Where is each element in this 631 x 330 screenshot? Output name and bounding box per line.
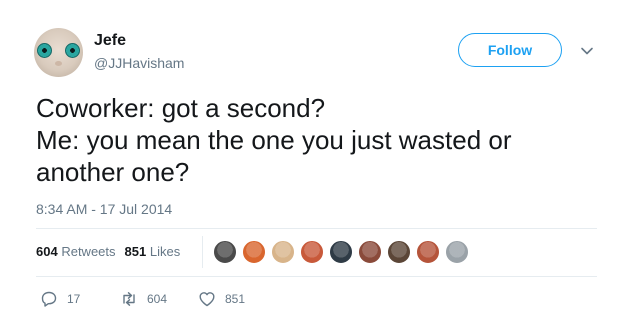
retweets-count: 604 <box>36 244 58 259</box>
likes-label: Likes <box>149 244 181 259</box>
liker-avatar[interactable] <box>213 240 237 264</box>
user-handle[interactable]: @JJHavisham <box>94 55 184 71</box>
liker-avatar[interactable] <box>358 240 382 264</box>
liker-avatar[interactable] <box>271 240 295 264</box>
avatar-left-eye <box>37 43 52 58</box>
reply-count: 17 <box>67 292 81 306</box>
liker-avatar[interactable] <box>387 240 411 264</box>
display-name[interactable]: Jefe <box>94 32 126 50</box>
likes-count: 851 <box>124 244 147 259</box>
liker-avatar[interactable] <box>445 240 469 264</box>
chevron-down-icon[interactable] <box>580 44 594 58</box>
liker-avatar[interactable] <box>242 240 266 264</box>
tweet-line: Coworker: got a second? <box>36 93 326 123</box>
retweets-label: Retweets <box>61 244 116 259</box>
like-button[interactable]: 851 <box>198 290 245 308</box>
tweet-text: Coworker: got a second? Me: you mean the… <box>36 92 606 188</box>
divider <box>36 276 597 277</box>
retweet-count: 604 <box>147 292 168 306</box>
tweet-line: Me: you mean the one you just wasted or <box>36 125 512 155</box>
tweet-card: Jefe @JJHavisham Follow Coworker: got a … <box>0 0 631 330</box>
retweet-button[interactable]: 604 <box>120 290 167 308</box>
tweet-line: another one? <box>36 157 190 187</box>
heart-icon <box>199 292 215 307</box>
likes-stat[interactable]: 851 Likes <box>125 244 181 259</box>
liker-avatar[interactable] <box>416 240 440 264</box>
liker-avatar[interactable] <box>329 240 353 264</box>
avatar-right-eye <box>65 43 80 58</box>
divider <box>36 228 597 229</box>
engagement-stats: 604 Retweets 851 Likes <box>36 244 180 259</box>
reply-button[interactable]: 17 <box>40 290 80 308</box>
user-avatar[interactable] <box>34 28 83 77</box>
like-count: 851 <box>225 292 246 306</box>
retweets-stat[interactable]: 604 Retweets <box>36 244 116 259</box>
liker-avatar[interactable] <box>300 240 324 264</box>
stats-separator <box>202 236 203 268</box>
follow-button[interactable]: Follow <box>458 33 562 67</box>
tweet-timestamp[interactable]: 8:34 AM - 17 Jul 2014 <box>36 201 172 217</box>
avatar-nose <box>55 61 62 66</box>
reply-icon <box>41 291 57 307</box>
retweet-icon <box>123 292 135 306</box>
